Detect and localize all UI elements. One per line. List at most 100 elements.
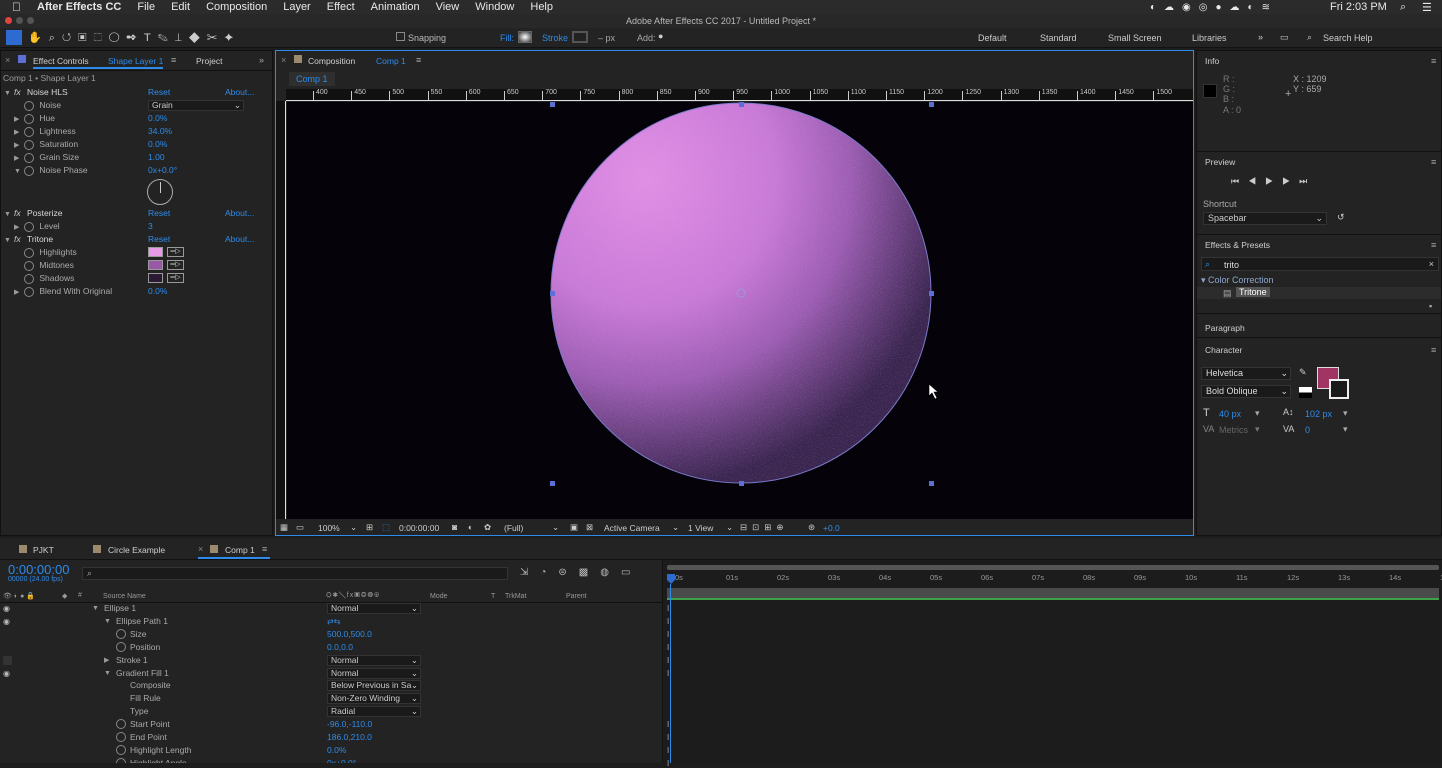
mode-dropdown[interactable]: Below Previous in Sa ⌄ [327,680,421,692]
property-value[interactable]: 1.00 [148,151,165,164]
stopwatch-icon[interactable] [24,260,34,271]
chevron-right-icon[interactable]: » [259,55,264,65]
apple-icon[interactable]:  [12,0,21,14]
noise-type-dropdown[interactable]: Grain ⌄ [148,100,244,111]
tab-layer-name[interactable]: Shape Layer 1 [108,56,163,66]
property-value[interactable]: 3 [148,220,153,233]
menu-composition[interactable]: Composition [206,1,267,13]
stopwatch-icon[interactable] [24,273,34,284]
view-layout-dropdown[interactable]: 1 View [688,523,713,533]
close-icon[interactable]: × [198,544,203,554]
layer-row[interactable]: Type Radial ⌄ [0,705,662,718]
font-size-value[interactable]: 40 px [1219,409,1241,419]
font-family-dropdown[interactable]: Helvetica ⌄ [1201,367,1291,380]
mode-dropdown[interactable]: Non-Zero Winding ⌄ [327,693,421,705]
layer-row[interactable]: Size 500.0,500.0 [0,628,662,641]
comp-viewer[interactable] [287,102,1193,519]
layer-search-input[interactable]: ⌕ [82,567,508,580]
eye-icon[interactable]: ◉ [3,615,10,628]
about-link[interactable]: About... [225,86,254,99]
stopwatch-icon[interactable] [24,139,34,150]
clear-icon[interactable]: × [1429,259,1434,269]
stopwatch-icon[interactable] [24,165,34,176]
effect-tritone[interactable]: Tritone [1236,287,1270,297]
layer-row[interactable]: ◉ ▼ Ellipse 1 Normal ⌄ [0,602,662,615]
layer-row[interactable]: ◉ ▼ Gradient Fill 1 Normal ⌄ [0,667,662,680]
zoom-dropdown[interactable]: 100% [318,523,340,533]
property-value[interactable]: -96.0,-110.0 [327,718,372,731]
layer-row[interactable]: Highlight Angle 0x+0.0° [0,757,662,763]
stopwatch-icon[interactable] [116,732,126,742]
kerning-value[interactable]: Metrics [1219,425,1248,435]
eyedropper-icon[interactable]: ═▷ [167,273,184,283]
menu-effect[interactable]: Effect [327,1,355,13]
tab-comp-1[interactable]: Comp 1 [225,545,255,555]
shortcut-dropdown[interactable]: Spacebar ⌄ [1203,212,1327,225]
preview-controls[interactable]: ⏮◀▶▶⏭ [1231,176,1316,187]
channel-icon[interactable]: ✿ [484,522,491,533]
close-icon[interactable]: × [5,55,10,65]
stopwatch-icon[interactable] [24,152,34,163]
mode-dropdown[interactable]: Normal ⌄ [327,603,421,614]
stopwatch-icon[interactable] [116,744,126,755]
work-area-bar[interactable] [667,565,1439,570]
property-value[interactable]: 34.0% [148,125,172,138]
timeline-timecode[interactable]: 0:00:00:00 [8,562,69,577]
layer-row[interactable]: Start Point -96.0,-110.0 [0,718,662,731]
property-value[interactable]: 0.0% [148,112,167,125]
layer-duration-bar[interactable] [667,588,1439,598]
monitor-icon[interactable]: ▭ [296,522,304,533]
camera-dropdown[interactable]: Active Camera [604,523,660,533]
tab-composition[interactable]: Composition [308,56,355,66]
spotlight-icon[interactable]: ⌕ [1400,1,1406,14]
panel-menu-icon[interactable]: ≡ [1431,56,1436,66]
comp-canvas[interactable] [287,102,1193,519]
stopwatch-icon[interactable] [116,628,126,639]
property-value[interactable]: 0x+0.0° [327,757,356,763]
layer-row[interactable]: Highlight Length 0.0% [0,744,662,757]
timeline-switch-icons[interactable]: ⇲◔⊜▩◍▭ [520,567,642,578]
minimize-window-icon[interactable] [16,17,23,24]
grid-icon[interactable]: ▦ [280,522,288,533]
property-value[interactable]: 500.0,500.0 [327,628,372,641]
workspace-libraries[interactable]: Libraries [1192,33,1227,43]
panel-menu-icon[interactable]: ≡ [262,544,267,554]
comp-subtab[interactable]: Comp 1 [289,72,335,86]
noise-phase-dial[interactable] [147,179,173,205]
notification-icon[interactable]: ☰ [1422,1,1432,14]
stroke-label[interactable]: Stroke [542,33,568,43]
view-option-icons[interactable]: ⊟⊡⊞⊕ [740,522,789,533]
tab-effect-controls[interactable]: Effect Controls [33,56,89,66]
about-link[interactable]: About... [225,233,254,246]
panel-menu-icon[interactable]: ≡ [1431,240,1436,250]
col-source-name[interactable]: Source Name [103,593,146,600]
property-value[interactable]: 0.0% [148,138,167,151]
eyedropper-icon[interactable]: ═▷ [167,247,184,257]
color-swatch[interactable] [148,247,163,257]
tab-project[interactable]: Project [196,56,222,66]
add-shape-icon[interactable]: ● [658,31,663,41]
new-folder-icon[interactable]: ▪ [1429,301,1432,311]
resolution-dropdown[interactable]: (Full) [504,523,523,533]
region-icon[interactable]: ▣ [570,522,578,533]
font-style-dropdown[interactable]: Bold Oblique ⌄ [1201,385,1291,398]
selection-tool-icon[interactable] [6,30,22,45]
effect-header[interactable]: ▼ fx Posterize Reset About... [1,207,274,220]
color-swatch[interactable] [148,260,163,270]
workspace-small-screen[interactable]: Small Screen [1108,33,1162,43]
stopwatch-icon[interactable] [24,113,34,124]
layer-row[interactable]: Composite Below Previous in Sa ⌄ [0,679,662,692]
panel-menu-icon[interactable]: ≡ [1431,157,1436,167]
tab-pjkt[interactable]: PJKT [33,545,54,555]
workspace-standard[interactable]: Standard [1040,33,1077,43]
exposure-value[interactable]: +0.0 [823,523,840,533]
stopwatch-icon[interactable] [24,221,34,232]
close-window-icon[interactable] [5,17,12,24]
stroke-width[interactable]: – px [598,33,615,43]
reset-icon[interactable]: ↺ [1337,212,1345,223]
menu-view[interactable]: View [436,1,460,13]
property-value[interactable]: 0.0% [148,285,167,298]
layer-row[interactable]: Fill Rule Non-Zero Winding ⌄ [0,692,662,705]
mode-dropdown[interactable]: Normal ⌄ [327,654,421,666]
property-value[interactable]: 0.0,0.0 [327,641,353,654]
